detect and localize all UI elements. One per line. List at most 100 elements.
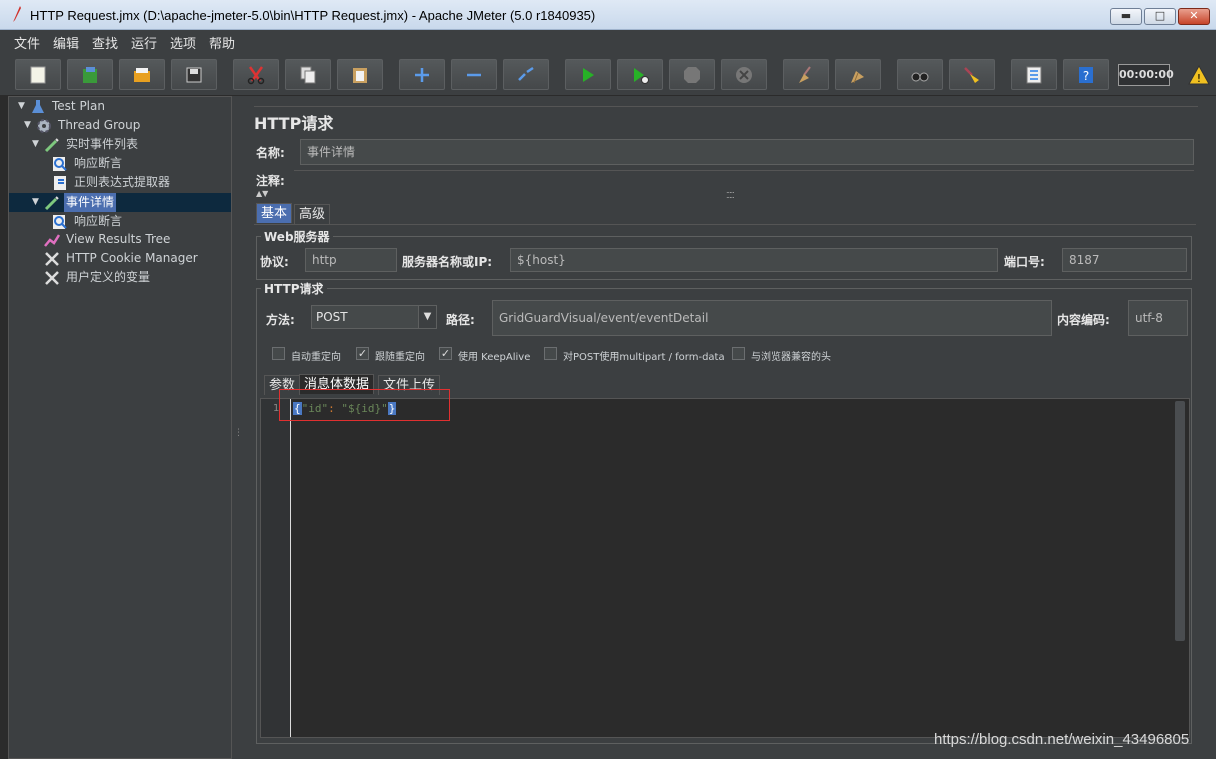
templates-button[interactable]	[67, 59, 113, 90]
maximize-button[interactable]: □	[1144, 8, 1176, 25]
menu-options[interactable]: 选项	[170, 33, 196, 52]
tree-node-label: Test Plan	[52, 99, 105, 113]
menu-help[interactable]: 帮助	[209, 33, 235, 52]
panel-splitter[interactable]: ⋮	[232, 96, 243, 759]
checkbox-label: 与浏览器兼容的头	[751, 352, 831, 363]
line-number-gutter: 1	[261, 399, 291, 737]
chart-icon	[44, 234, 60, 247]
tools-icon	[45, 271, 59, 285]
tree-node-label: 正则表达式提取器	[74, 175, 171, 189]
checkbox-box[interactable]	[272, 347, 285, 360]
collapse-all-button[interactable]	[451, 59, 497, 90]
menu-search[interactable]: 查找	[92, 33, 118, 52]
name-field[interactable]: 事件详情	[300, 139, 1194, 165]
start-button[interactable]	[565, 59, 611, 90]
window-title: HTTP Request.jmx (D:\apache-jmeter-5.0\b…	[30, 8, 596, 23]
menu-file[interactable]: 文件	[14, 33, 40, 52]
help-button[interactable]: ?	[1063, 59, 1109, 90]
elapsed-timer: 00:00:00	[1118, 64, 1174, 86]
clear-all-button[interactable]	[835, 59, 881, 90]
encoding-label: 内容编码:	[1057, 313, 1110, 327]
resize-grip-icon[interactable]: ⁚⁚⁚⁚⁚	[726, 191, 735, 200]
expand-all-button[interactable]	[399, 59, 445, 90]
checkbox-box[interactable]	[544, 347, 557, 360]
shutdown-icon	[736, 67, 752, 83]
stop-button[interactable]	[669, 59, 715, 90]
gear-icon	[37, 119, 51, 133]
cut-button[interactable]	[233, 59, 279, 90]
checkbox-label: 自动重定向	[291, 352, 341, 363]
expand-toggle-icon[interactable]: ▼	[32, 135, 39, 154]
function-helper-button[interactable]	[1011, 59, 1057, 90]
new-button[interactable]	[15, 59, 61, 90]
menu-run[interactable]: 运行	[131, 33, 157, 52]
body-data-editor[interactable]: 1 {"id": "${id}"}	[260, 398, 1190, 738]
toggle-wand-icon	[518, 66, 534, 81]
minus-icon	[467, 73, 481, 77]
tree-node-label: 响应断言	[74, 214, 123, 228]
check-icon[interactable]: ✓	[356, 347, 369, 360]
templates-icon	[83, 67, 97, 83]
window-title-bar: HTTP Request.jmx (D:\apache-jmeter-5.0\b…	[0, 0, 1216, 30]
flask-icon	[32, 100, 44, 113]
play-no-timers-icon	[634, 68, 649, 84]
pipette-icon	[44, 138, 59, 153]
collapse-arrows-icon[interactable]: ▲▼	[256, 189, 268, 198]
comment-field[interactable]	[294, 170, 1194, 188]
editor-scrollbar[interactable]	[1175, 401, 1185, 641]
reset-broom-icon	[964, 67, 979, 83]
server-field[interactable]: ${host}	[510, 248, 998, 272]
checkbox-box[interactable]	[732, 347, 745, 360]
open-button[interactable]	[119, 59, 165, 90]
protocol-field[interactable]: http	[305, 248, 397, 272]
menu-bar: 文件 编辑 查找 运行 选项 帮助	[0, 30, 1216, 52]
shutdown-button[interactable]	[721, 59, 767, 90]
extractor-icon	[54, 176, 66, 190]
clear-all-broom-icon	[851, 71, 864, 84]
page-title: HTTP请求	[254, 114, 334, 133]
port-field[interactable]: 8187	[1062, 248, 1187, 272]
expand-toggle-icon[interactable]: ▼	[32, 193, 39, 212]
tree-node-label: HTTP Cookie Manager	[66, 251, 198, 265]
paste-button[interactable]	[337, 59, 383, 90]
method-select[interactable]: POST ▼	[311, 305, 437, 329]
encoding-field[interactable]: utf-8	[1128, 300, 1188, 336]
toggle-button[interactable]	[503, 59, 549, 90]
minimize-button[interactable]: ▬	[1110, 8, 1142, 25]
tree-selection-highlight	[9, 193, 231, 212]
svg-text:?: ?	[1083, 69, 1089, 83]
svg-text:!: !	[1197, 72, 1201, 85]
toolbar: ? 00:00:00 !	[0, 52, 1216, 96]
copy-button[interactable]	[285, 59, 331, 90]
new-file-icon	[30, 66, 46, 84]
server-label: 服务器名称或IP:	[402, 255, 493, 269]
method-label: 方法:	[266, 313, 295, 327]
tree-node-label: Thread Group	[58, 118, 141, 132]
check-icon[interactable]: ✓	[439, 347, 452, 360]
checkbox-label: 使用 KeepAlive	[458, 352, 531, 363]
start-no-pause-button[interactable]	[617, 59, 663, 90]
tools-icon	[45, 252, 59, 266]
reset-search-button[interactable]	[949, 59, 995, 90]
paste-clipboard-icon	[353, 68, 367, 83]
search-button[interactable]	[897, 59, 943, 90]
tree-node-label: 事件详情	[64, 193, 117, 212]
tree-node-label: 实时事件列表	[66, 137, 139, 151]
chevron-down-icon[interactable]: ▼	[418, 306, 436, 328]
menu-edit[interactable]: 编辑	[53, 33, 79, 52]
warning-icon[interactable]: !	[1188, 65, 1210, 85]
watermark-text: https://blog.csdn.net/weixin_43496805	[934, 731, 1190, 748]
expand-toggle-icon[interactable]: ▼	[18, 97, 25, 116]
pipette-icon	[44, 196, 59, 211]
highlight-annotation-box	[279, 389, 450, 421]
tab-advanced[interactable]: 高级	[294, 204, 331, 224]
close-button[interactable]: ✕	[1178, 8, 1210, 25]
comment-label: 注释:	[256, 174, 285, 188]
path-field[interactable]: GridGuardVisual/event/eventDetail	[492, 300, 1052, 336]
expand-toggle-icon[interactable]: ▼	[24, 116, 31, 135]
checkbox-label: 跟随重定向	[375, 352, 425, 363]
save-button[interactable]	[171, 59, 217, 90]
clear-button[interactable]	[783, 59, 829, 90]
port-label: 端口号:	[1004, 255, 1045, 269]
tab-basic[interactable]: 基本	[256, 203, 293, 223]
